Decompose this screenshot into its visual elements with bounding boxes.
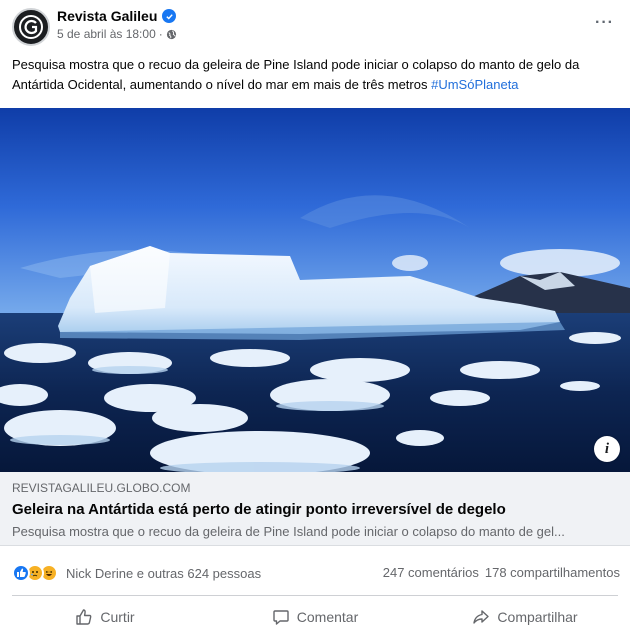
link-description: Pesquisa mostra que o recuo da geleira d… [12,524,565,539]
comment-icon [273,610,289,625]
post-meta: 5 de abril às 18:00 · [57,27,177,41]
shares-count[interactable]: 178 compartilhamentos [485,565,620,580]
post-header: Revista Galileu 5 de abril às 18:00 · ··… [0,0,630,52]
galileu-logo-icon [19,15,43,39]
post-image[interactable]: i [0,108,630,472]
like-icon [12,564,30,582]
reactions-summary[interactable]: Nick Derine e outras 624 pessoas [12,562,261,584]
image-info-icon[interactable]: i [594,436,620,462]
actions-divider [12,595,618,596]
verified-badge-icon [162,9,177,23]
more-options-button[interactable]: ··· [595,14,614,32]
page-avatar[interactable] [12,8,50,46]
hashtag-link[interactable]: #UmSóPlaneta [431,77,518,92]
link-preview-card[interactable]: REVISTAGALILEU.GLOBO.COM Geleira na Antá… [0,472,630,546]
like-label: Curtir [100,609,135,625]
globe-icon [166,29,177,40]
link-domain: REVISTAGALILEU.GLOBO.COM [12,481,191,495]
page-name-link[interactable]: Revista Galileu [57,8,177,24]
share-icon [473,610,490,624]
post-actions-bar: Curtir Comentar Compartilhar [0,600,630,634]
page-name[interactable]: Revista Galileu [57,8,157,24]
reaction-names[interactable]: Nick Derine e outras 624 pessoas [66,566,261,581]
like-button[interactable]: Curtir [0,600,210,634]
engagement-counts: 247 comentários 178 compartilhamentos [383,565,620,580]
post-timestamp[interactable]: 5 de abril às 18:00 [57,27,156,41]
post-text: Pesquisa mostra que o recuo da geleira d… [12,55,618,95]
share-button[interactable]: Compartilhar [420,600,630,634]
share-label: Compartilhar [497,609,578,625]
comment-label: Comentar [296,609,359,625]
comments-count[interactable]: 247 comentários [383,565,479,580]
thumbs-up-icon [76,609,92,625]
comment-button[interactable]: Comentar [210,600,420,634]
antarctic-iceberg-photo [0,108,630,472]
link-title[interactable]: Geleira na Antártida está perto de ating… [12,501,506,518]
